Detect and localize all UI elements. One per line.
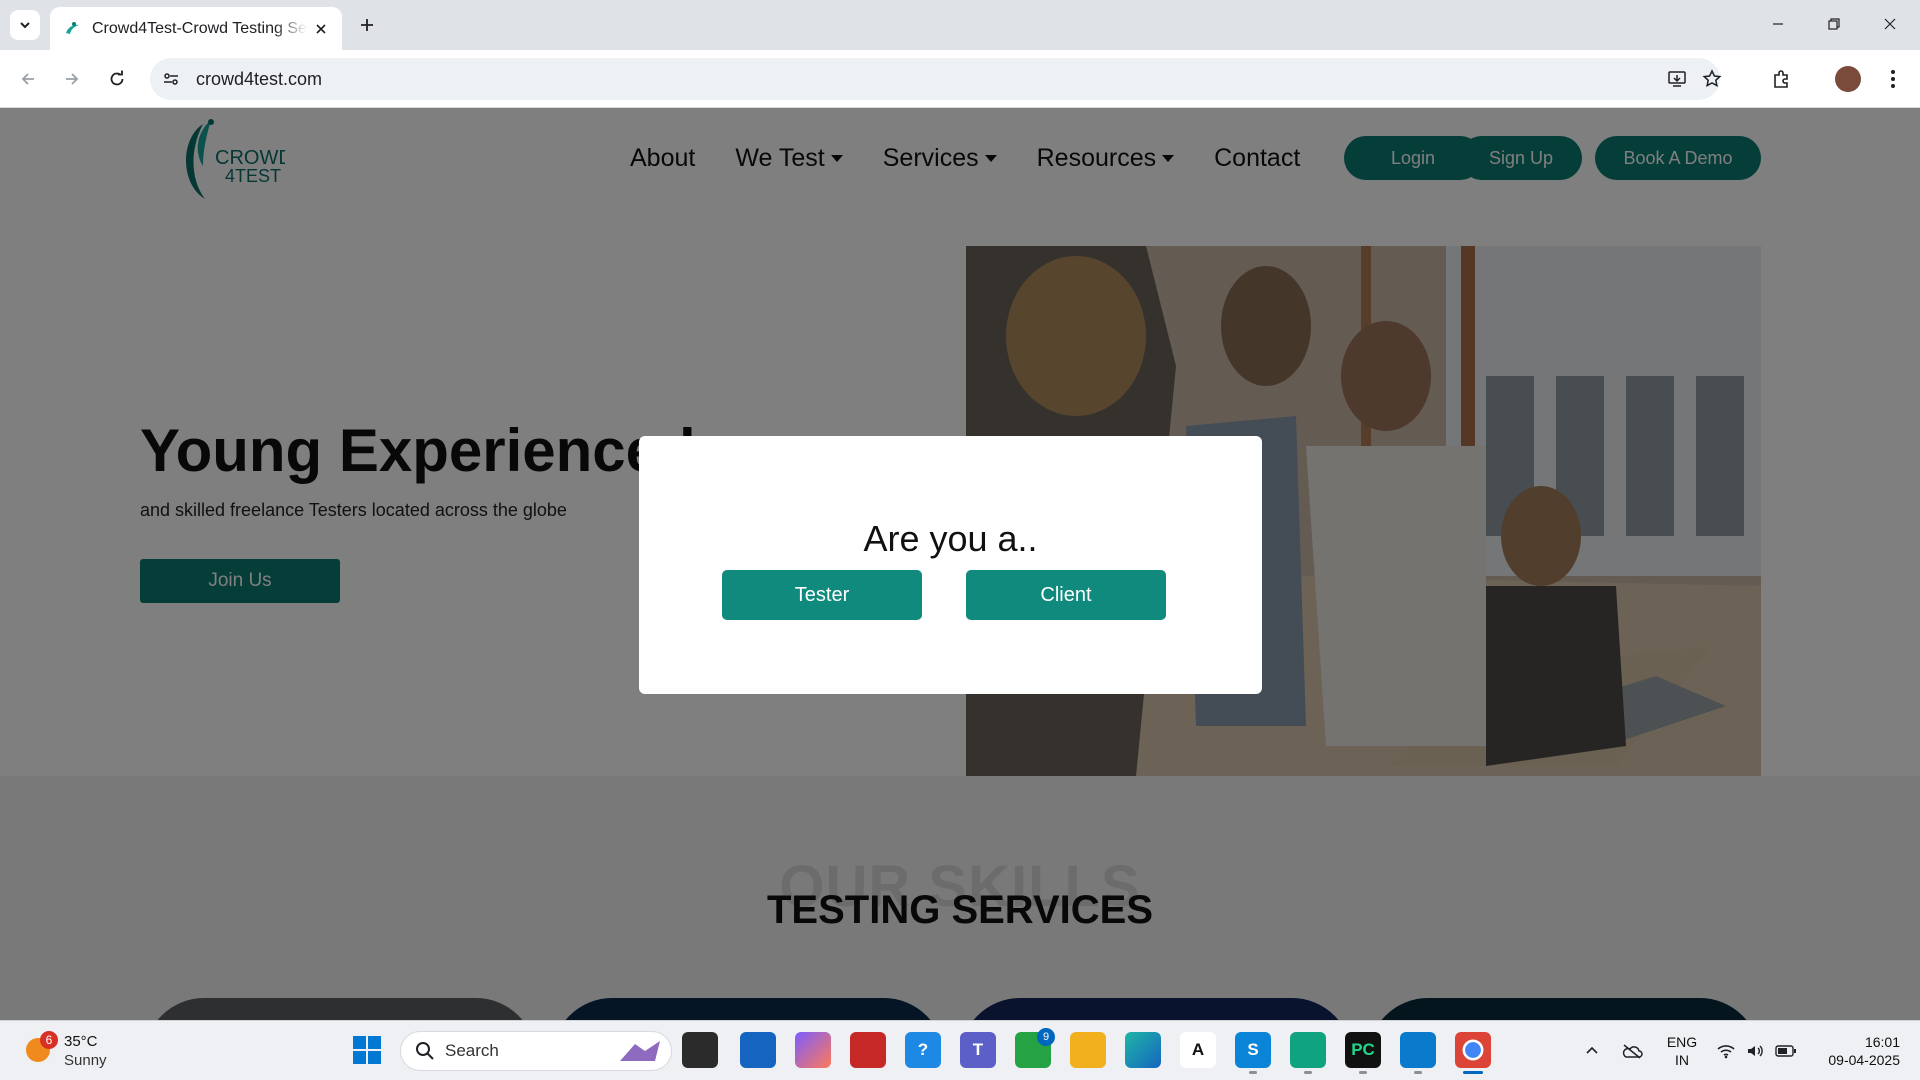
menu-button[interactable] <box>1877 63 1909 95</box>
reload-button[interactable] <box>101 63 133 95</box>
tab-title: Crowd4Test-Crowd Testing Services <box>92 19 307 37</box>
address-bar[interactable]: crowd4test.com <box>150 58 1722 100</box>
close-window-button[interactable] <box>1862 0 1918 48</box>
wifi-icon[interactable] <box>1714 1039 1738 1063</box>
chevron-up-icon <box>1586 1046 1598 1054</box>
minimize-icon <box>1773 23 1783 25</box>
modal-question: Are you a.. <box>863 518 1038 559</box>
edge-icon[interactable] <box>1125 1032 1161 1068</box>
clock-date: 09-04-2025 <box>1828 1052 1900 1068</box>
weather-badge: 6 <box>40 1031 58 1049</box>
teams-icon[interactable]: T <box>960 1032 996 1068</box>
start-button[interactable] <box>349 1032 385 1068</box>
whatsapp-icon[interactable]: 9 <box>1015 1028 1055 1068</box>
close-icon <box>1884 18 1896 30</box>
windows-logo-icon <box>353 1036 381 1064</box>
new-tab-button[interactable] <box>352 10 382 40</box>
search-highlight-icon <box>620 1041 660 1061</box>
volume-icon[interactable] <box>1744 1039 1768 1063</box>
role-select-modal: Are you a.. Tester Client <box>639 436 1262 694</box>
restore-icon <box>1828 18 1840 30</box>
file-explorer-icon[interactable] <box>1070 1032 1106 1068</box>
battery-icon[interactable] <box>1774 1039 1798 1063</box>
plus-icon <box>361 19 373 31</box>
minimize-button[interactable] <box>1750 0 1806 48</box>
profile-avatar[interactable] <box>1832 63 1864 95</box>
weather-condition: Sunny <box>64 1052 107 1069</box>
kebab-menu-icon <box>1891 70 1895 88</box>
whatsapp-badge: 9 <box>1037 1028 1055 1046</box>
lang-line1: ENG <box>1666 1034 1698 1050</box>
onedrive-offline-icon[interactable] <box>1620 1039 1644 1063</box>
adobe-acrobat-icon[interactable]: A <box>1180 1032 1216 1068</box>
search-label: Search <box>445 1041 499 1060</box>
extensions-icon[interactable] <box>1765 63 1797 95</box>
lang-line2: IN <box>1675 1052 1689 1068</box>
client-button[interactable]: Client <box>966 570 1166 620</box>
pycharm-icon[interactable]: PC <box>1345 1032 1381 1074</box>
clock-time: 16:01 <box>1864 1034 1900 1050</box>
browser-tab-active[interactable]: Crowd4Test-Crowd Testing Services <box>50 7 342 50</box>
chatgpt-icon[interactable] <box>1290 1032 1326 1074</box>
restore-button[interactable] <box>1806 0 1862 48</box>
forward-button[interactable] <box>56 63 88 95</box>
copilot-icon[interactable] <box>795 1032 831 1068</box>
arrow-left-icon <box>21 73 34 85</box>
skype-icon[interactable]: S <box>1235 1032 1271 1074</box>
chrome-icon[interactable] <box>1455 1032 1491 1074</box>
weather-temperature: 35°C <box>64 1033 98 1050</box>
windows-taskbar: 6 35°C Sunny Search ? T 9 A S PC ENG IN <box>0 1020 1920 1080</box>
back-button[interactable] <box>12 63 44 95</box>
tester-button[interactable]: Tester <box>722 570 922 620</box>
weather-widget[interactable]: 6 35°C Sunny <box>24 1031 124 1071</box>
microsoft-store-icon[interactable] <box>740 1032 776 1068</box>
tab-strip: Crowd4Test-Crowd Testing Services <box>0 0 1920 50</box>
mcafee-icon[interactable] <box>850 1032 886 1068</box>
input-language[interactable]: ENG IN <box>1664 1033 1700 1069</box>
vscode-icon[interactable] <box>1400 1032 1436 1074</box>
site-info-icon[interactable] <box>154 62 188 96</box>
chevron-down-icon <box>20 22 30 29</box>
task-view-icon[interactable] <box>682 1032 718 1068</box>
url-text: crowd4test.com <box>196 68 323 89</box>
taskbar-search[interactable]: Search <box>400 1031 672 1071</box>
browser-toolbar: crowd4test.com <box>0 50 1920 108</box>
get-help-icon[interactable]: ? <box>905 1032 941 1068</box>
show-hidden-icons[interactable] <box>1580 1039 1604 1063</box>
avatar <box>1835 66 1861 92</box>
search-icon <box>416 1042 434 1060</box>
arrow-right-icon <box>66 73 79 85</box>
install-app-icon[interactable] <box>1665 67 1689 91</box>
tab-close-icon[interactable] <box>312 20 330 38</box>
system-clock[interactable]: 16:01 09-04-2025 <box>1808 1033 1900 1069</box>
crowd4test-favicon-icon <box>66 21 79 34</box>
tab-search-button[interactable] <box>10 10 40 40</box>
bookmark-star-icon[interactable] <box>1700 67 1724 91</box>
reload-icon <box>110 70 124 86</box>
